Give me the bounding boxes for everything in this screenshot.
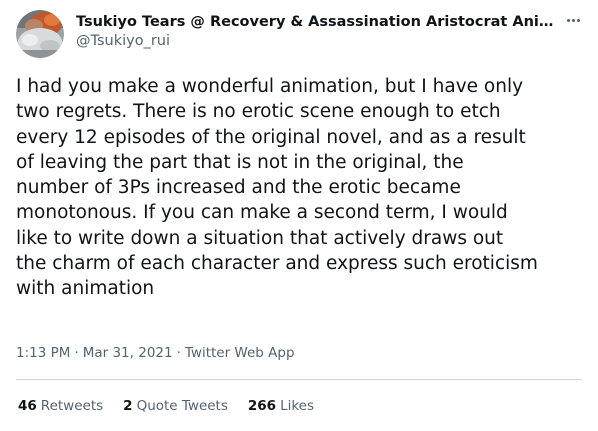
avatar[interactable] — [16, 10, 64, 58]
tweet-stats: 46 Retweets 2 Quote Tweets 266 Likes — [18, 396, 334, 416]
tweet-source[interactable]: Twitter Web App — [185, 345, 295, 361]
more-dot — [566, 18, 570, 22]
more-dot — [576, 18, 580, 22]
tweet-date[interactable]: Mar 31, 2021 — [83, 345, 173, 361]
meta-separator: · — [74, 345, 79, 361]
user-handle[interactable]: @Tsukiyo_rui — [76, 31, 556, 51]
tweet-header: Tsukiyo Tears @ Recovery & Assassination… — [76, 13, 556, 51]
tweet-time[interactable]: 1:13 PM — [16, 345, 70, 361]
tweet-text: I had you make a wonderful animation, bu… — [16, 76, 538, 300]
likes-count: 266 — [247, 398, 277, 414]
more-dot — [571, 18, 575, 22]
quote-tweets-count: 2 — [123, 398, 133, 414]
display-name[interactable]: Tsukiyo Tears @ Recovery & Assassination… — [76, 13, 556, 31]
divider — [16, 379, 582, 380]
likes-stat[interactable]: 266 Likes — [248, 396, 314, 416]
tweet-card: Tsukiyo Tears @ Recovery & Assassination… — [0, 0, 598, 431]
avatar-photo-icon — [16, 10, 64, 58]
retweets-stat[interactable]: 46 Retweets — [18, 396, 103, 416]
more-options-icon[interactable] — [560, 10, 586, 30]
meta-separator: · — [176, 345, 181, 361]
tweet-meta: 1:13 PM · Mar 31, 2021 · Twitter Web App — [16, 343, 295, 363]
likes-label: Likes — [280, 398, 315, 414]
quote-tweets-stat[interactable]: 2 Quote Tweets — [123, 396, 228, 416]
retweets-label: Retweets — [40, 398, 104, 414]
retweets-count: 46 — [18, 398, 37, 414]
quote-tweets-label: Quote Tweets — [136, 398, 228, 414]
